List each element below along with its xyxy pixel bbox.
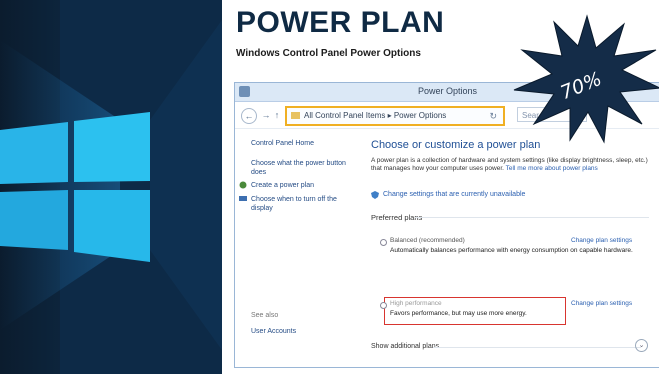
balanced-radio[interactable] [380, 239, 387, 246]
windows-logo-icon [0, 0, 222, 374]
refresh-icon[interactable]: ↻ [489, 108, 497, 124]
chevron-down-icon[interactable]: ⌄ [635, 339, 648, 352]
page-title: POWER PLAN [236, 6, 445, 39]
sidebar-item-create-plan[interactable]: Create a power plan [251, 181, 355, 190]
change-unavailable-link[interactable]: Change settings that are currently unava… [383, 191, 525, 198]
back-button[interactable]: ← [241, 108, 257, 124]
display-icon [239, 196, 247, 201]
high-performance-plan-description: Favors performance, but may use more ene… [390, 310, 527, 317]
page-subtitle: Windows Control Panel Power Options [236, 48, 421, 59]
up-button[interactable]: ↑ [273, 108, 281, 122]
sidebar-item-turn-off-display[interactable]: Choose when to turn off the display [251, 195, 355, 213]
divider [415, 217, 649, 218]
folder-icon [291, 112, 300, 120]
high-performance-plan-name: High performance [390, 300, 442, 307]
windows-logo-panel [0, 0, 222, 374]
balanced-plan-name: Balanced (recommended) [390, 237, 465, 244]
address-path: All Control Panel Items ▸ Power Options [304, 111, 447, 120]
power-plan-icon [239, 181, 247, 189]
balanced-change-settings-link[interactable]: Change plan settings [571, 237, 632, 244]
balanced-plan-description: Automatically balances performance with … [390, 247, 633, 254]
sidebar-item-home[interactable]: Control Panel Home [251, 139, 355, 148]
address-bar[interactable]: All Control Panel Items ▸ Power Options … [285, 106, 505, 126]
divider [433, 347, 641, 348]
sidebar-item-power-button[interactable]: Choose what the power button does [251, 159, 355, 177]
content-area: POWER PLAN Windows Control Panel Power O… [222, 0, 659, 374]
sidebar-item-user-accounts[interactable]: User Accounts [251, 327, 355, 336]
high-performance-change-settings-link[interactable]: Change plan settings [571, 300, 632, 307]
high-performance-radio[interactable] [380, 302, 387, 309]
main-description: A power plan is a collection of hardware… [371, 157, 651, 173]
shield-icon [371, 191, 379, 199]
sidebar: Control Panel Home Choose what the power… [235, 129, 359, 367]
tell-me-more-link[interactable]: Tell me more about power plans [506, 165, 598, 172]
main-panel: Choose or customize a power plan A power… [371, 129, 659, 367]
forward-button[interactable]: → [259, 108, 273, 122]
show-additional-plans-label: Show additional plans [371, 343, 440, 350]
see-also-label: See also [251, 312, 279, 319]
